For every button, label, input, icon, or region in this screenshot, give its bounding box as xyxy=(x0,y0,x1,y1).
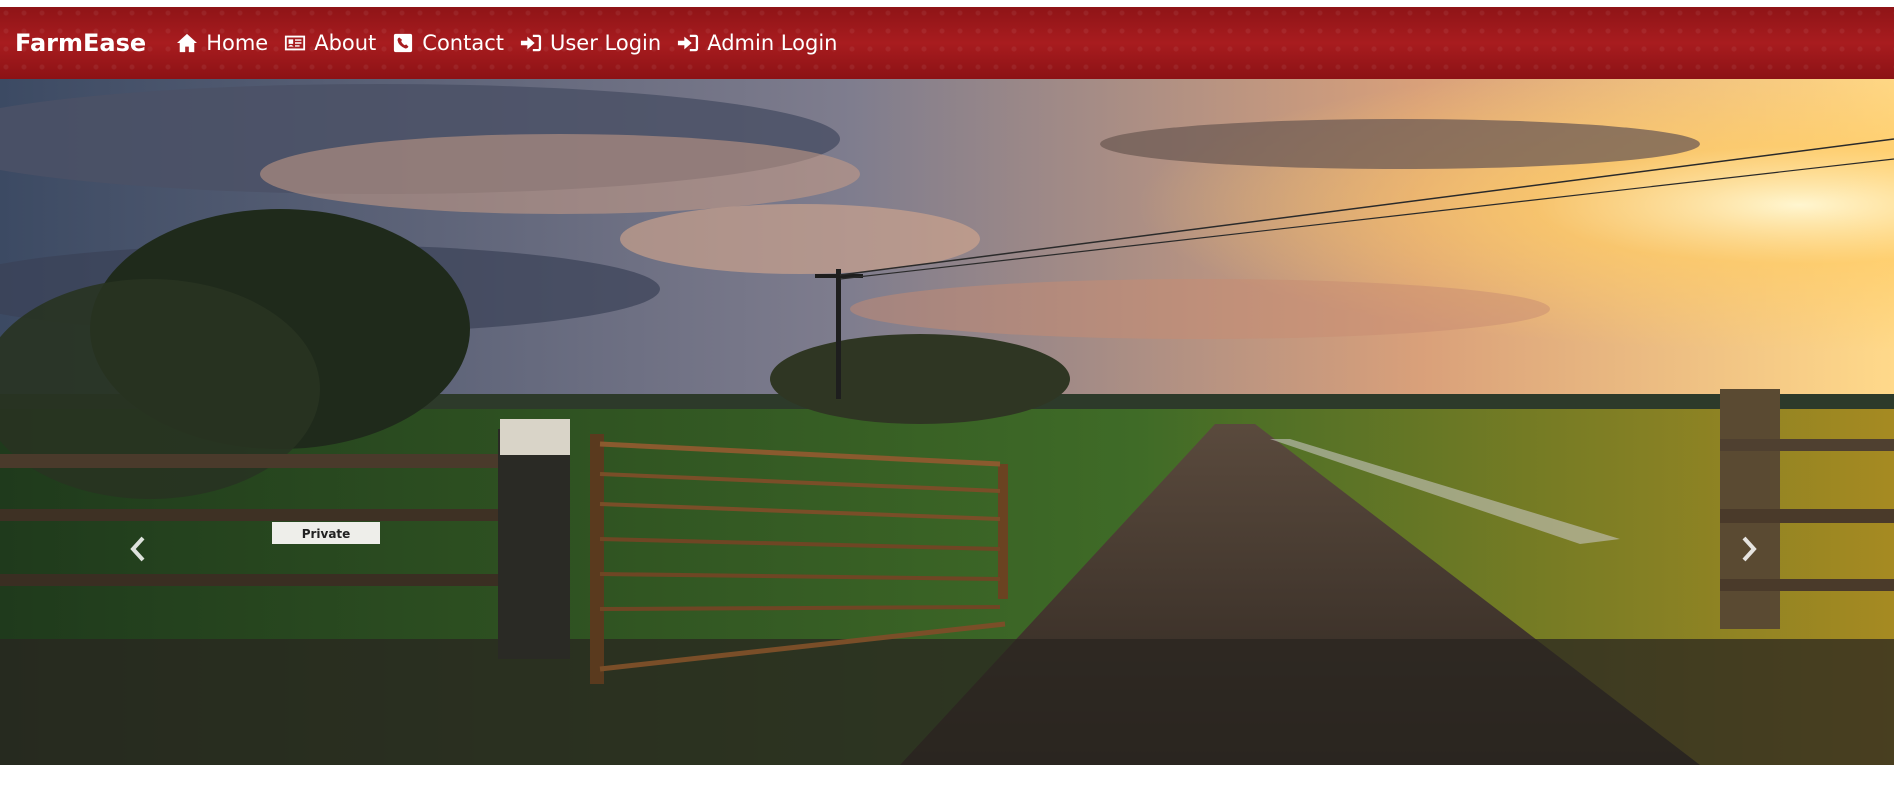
nav-admin-login-label: Admin Login xyxy=(707,31,838,55)
carousel-next-button[interactable] xyxy=(1729,519,1769,579)
nav-contact[interactable]: Contact xyxy=(392,31,504,55)
hero-carousel: Private xyxy=(0,79,1894,765)
chevron-left-icon xyxy=(130,536,145,562)
carousel-slide-image: Private xyxy=(0,79,1894,765)
nav-home[interactable]: Home xyxy=(176,31,268,55)
chevron-right-icon xyxy=(1742,536,1757,562)
home-icon xyxy=(176,32,200,54)
nav-user-login-label: User Login xyxy=(550,31,662,55)
carousel-prev-button[interactable] xyxy=(118,519,158,579)
nav-contact-label: Contact xyxy=(422,31,504,55)
brand-logo[interactable]: FarmEase xyxy=(15,29,146,57)
sign-in-icon xyxy=(520,32,544,54)
sign-private-text: Private xyxy=(302,527,351,541)
nav-admin-login[interactable]: Admin Login xyxy=(677,31,837,55)
navbar: FarmEase Home About Contact User Login A… xyxy=(0,7,1894,79)
page: FarmEase Home About Contact User Login A… xyxy=(0,0,1898,805)
id-card-icon xyxy=(284,32,308,54)
nav-about-label: About xyxy=(314,31,377,55)
nav-user-login[interactable]: User Login xyxy=(520,31,661,55)
phone-square-icon xyxy=(392,32,416,54)
nav-about[interactable]: About xyxy=(284,31,376,55)
nav-home-label: Home xyxy=(206,31,269,55)
sign-in-icon xyxy=(677,32,701,54)
